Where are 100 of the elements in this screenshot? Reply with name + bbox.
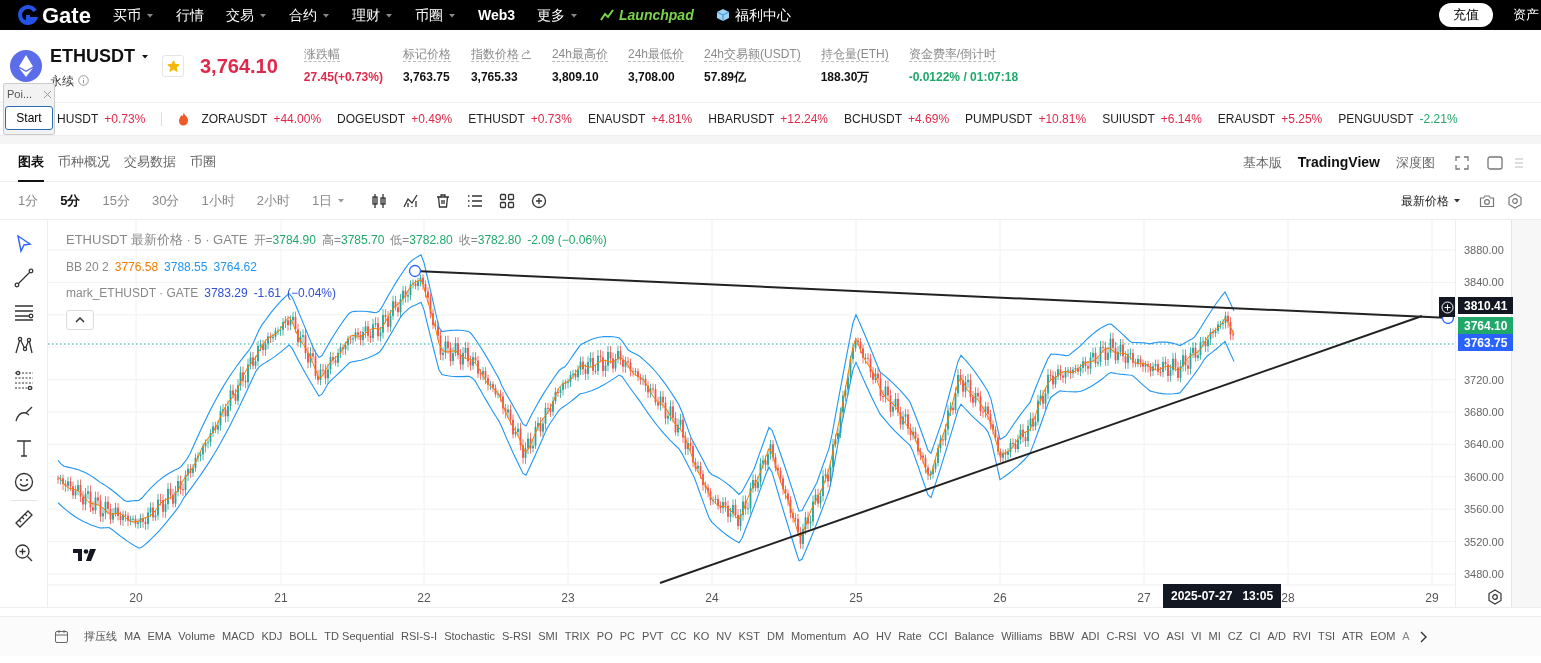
- indicator-option[interactable]: CZ: [1227, 628, 1243, 645]
- nav-menu-item[interactable]: Web3: [477, 4, 515, 26]
- indicator-option[interactable]: PVT: [642, 628, 664, 645]
- view-option[interactable]: 深度图: [1396, 152, 1435, 173]
- ticker-item[interactable]: ETHUSDT +0.73%: [468, 110, 572, 128]
- indicator-option[interactable]: VI: [1191, 628, 1202, 645]
- crosshair-add-button[interactable]: [1439, 297, 1455, 317]
- chevron-right-icon[interactable]: [1418, 630, 1427, 643]
- smiley-icon[interactable]: [13, 472, 34, 492]
- ticker-item[interactable]: DOGEUSDT +0.49%: [337, 110, 453, 128]
- indicator-option[interactable]: TSI: [1318, 628, 1336, 645]
- indicator-option[interactable]: BBW: [1049, 628, 1075, 645]
- ticker-item[interactable]: ENAUSDT +4.81%: [587, 110, 693, 128]
- indicator-option[interactable]: EMA: [147, 628, 172, 645]
- ticker-item[interactable]: HBARUSDT +12.24%: [708, 110, 828, 128]
- trend-line-icon[interactable]: [13, 268, 34, 288]
- nav-menu-item[interactable]: 交易: [225, 4, 267, 26]
- brush-icon[interactable]: [13, 404, 34, 424]
- camera-icon[interactable]: [1479, 193, 1495, 208]
- indicator-option[interactable]: PC: [619, 628, 636, 645]
- window-icon[interactable]: [1487, 155, 1503, 170]
- list-icon[interactable]: [467, 192, 484, 209]
- indicator-option[interactable]: EOM: [1370, 628, 1396, 645]
- indicator-option[interactable]: SMI: [538, 628, 558, 645]
- deposit-button[interactable]: 充值: [1439, 3, 1493, 27]
- chart-tab[interactable]: 图表: [18, 143, 44, 182]
- caret-icon[interactable]: [141, 52, 150, 60]
- indicator-option[interactable]: Momentum: [791, 628, 847, 645]
- indicator-option[interactable]: CC: [670, 628, 687, 645]
- settings-icon[interactable]: [1487, 589, 1503, 605]
- ticker-item[interactable]: PENGUUSDT -2.21%: [1338, 110, 1458, 128]
- link-arrow-icon[interactable]: [520, 49, 532, 59]
- indicator-option[interactable]: TD Sequential: [324, 628, 395, 645]
- indicator-option[interactable]: MACD: [222, 628, 255, 645]
- candlestick-icon[interactable]: [371, 192, 388, 209]
- chart-tab[interactable]: 币圈: [190, 143, 216, 182]
- indicator-option[interactable]: A/D: [1267, 628, 1286, 645]
- pattern-icon[interactable]: [13, 336, 34, 356]
- nav-menu-item[interactable]: 买币: [112, 4, 154, 26]
- indicator-option[interactable]: KDJ: [261, 628, 283, 645]
- indicator-option[interactable]: MI: [1208, 628, 1221, 645]
- view-option[interactable]: TradingView: [1297, 152, 1380, 173]
- price-type-dropdown[interactable]: 最新价格: [1401, 191, 1461, 210]
- interval-button[interactable]: 1日: [311, 190, 346, 211]
- indicator-option[interactable]: ADI: [1081, 628, 1100, 645]
- indicator-option[interactable]: CI: [1249, 628, 1261, 645]
- interval-button[interactable]: 5分: [60, 190, 81, 211]
- indicator-option[interactable]: Volume: [178, 628, 216, 645]
- interval-button[interactable]: 15分: [102, 190, 130, 211]
- nav-menu-item[interactable]: 合约: [288, 4, 330, 26]
- indicator-option[interactable]: DM: [766, 628, 785, 645]
- indicator-option[interactable]: Balance: [954, 628, 995, 645]
- indicator-option[interactable]: CCI: [928, 628, 948, 645]
- indicator-option[interactable]: NV: [716, 628, 732, 645]
- nav-menu-item[interactable]: 更多: [537, 4, 578, 26]
- nav-menu-item[interactable]: 理财: [351, 4, 393, 26]
- start-button[interactable]: Start: [5, 106, 53, 130]
- calendar-icon[interactable]: [54, 629, 69, 644]
- zoom-in-icon[interactable]: [13, 543, 34, 563]
- indicator-option[interactable]: TRIX: [564, 628, 590, 645]
- close-icon[interactable]: [43, 89, 52, 99]
- indicator-icon[interactable]: [403, 192, 420, 209]
- fibonacci-icon[interactable]: [13, 370, 34, 390]
- indicator-option[interactable]: S-RSI: [501, 628, 532, 645]
- fullscreen-icon[interactable]: [1455, 155, 1469, 170]
- trash-icon[interactable]: [435, 192, 452, 209]
- collapse-button[interactable]: [66, 309, 94, 330]
- indicator-option[interactable]: BOLL: [289, 628, 318, 645]
- add-circle-icon[interactable]: [531, 192, 548, 209]
- indicator-option[interactable]: KO: [693, 628, 710, 645]
- nav-menu-item[interactable]: 行情: [175, 4, 204, 26]
- indicator-option[interactable]: ASI: [1166, 628, 1185, 645]
- resistance-trend-line[interactable]: [408, 264, 1455, 325]
- view-option[interactable]: 基本版: [1242, 152, 1282, 173]
- indicator-option[interactable]: Williams: [1001, 628, 1043, 645]
- ticker-item[interactable]: SUIUSDT +6.14%: [1102, 110, 1202, 128]
- indicator-option[interactable]: AO: [853, 628, 869, 645]
- interval-button[interactable]: 30分: [151, 190, 180, 211]
- nav-menu-item[interactable]: 币圈: [414, 4, 456, 26]
- ticker-item[interactable]: PUMPUSDT +10.81%: [965, 110, 1087, 128]
- interval-button[interactable]: 2小时: [256, 190, 290, 211]
- nav-menu-item[interactable]: Launchpad: [600, 4, 694, 26]
- indicator-option[interactable]: RVI: [1292, 628, 1311, 645]
- indicator-option[interactable]: Rate: [898, 628, 922, 645]
- chart-tab[interactable]: 交易数据: [124, 143, 176, 182]
- indicator-option[interactable]: MA: [124, 628, 141, 645]
- indicator-option[interactable]: ATR: [1342, 628, 1364, 645]
- indicator-option[interactable]: VO: [1143, 628, 1160, 645]
- ticker-item[interactable]: ZORAUSDT +44.00%: [201, 110, 322, 128]
- interval-button[interactable]: 1分: [18, 190, 39, 211]
- indicator-option[interactable]: 撑压线: [84, 628, 117, 645]
- ticker-item[interactable]: BCHUSDT +4.69%: [844, 110, 950, 128]
- ruler-icon[interactable]: [13, 509, 34, 529]
- indicator-option[interactable]: Stochastic: [444, 628, 495, 645]
- indicator-option[interactable]: HV: [876, 628, 892, 645]
- nav-menu-item[interactable]: 福利中心: [715, 4, 791, 26]
- grid-icon[interactable]: [499, 192, 516, 209]
- indicator-option[interactable]: KST: [738, 628, 760, 645]
- indicator-option[interactable]: C-RSI: [1106, 628, 1137, 645]
- indicator-option[interactable]: PO: [596, 628, 613, 645]
